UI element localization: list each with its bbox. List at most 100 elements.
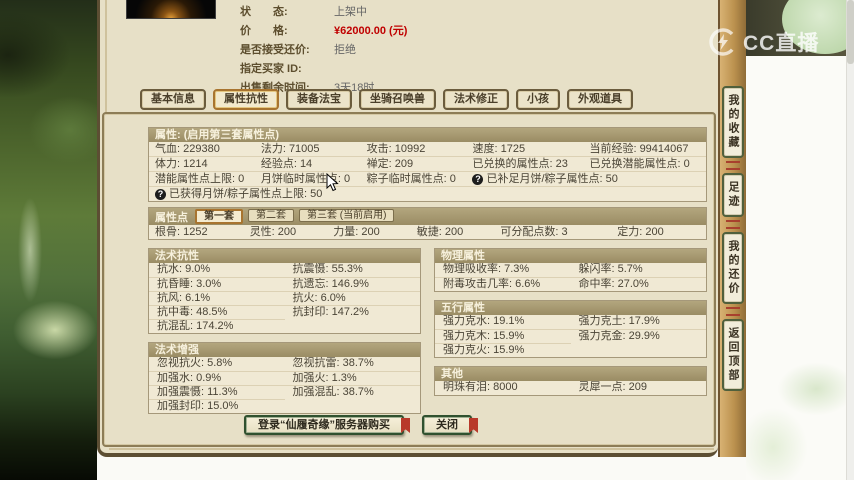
stat-cell: 强力克土: 17.9% [578,315,660,327]
section-grid: 明珠有泪: 8000 灵犀一点: 209 [435,381,706,395]
sale-info-row: 价 格: ¥62000.00 (元) [240,22,407,41]
tab-spell-correction[interactable]: 法术修正 [443,89,509,110]
stat-cell: 潜能属性点上限: 0 [149,172,255,186]
stat-cell: 抗昏睡: 3.0% [149,277,285,291]
rope-knot-decoration [726,220,740,229]
item-image [126,0,216,19]
rope-knot-decoration [726,161,740,170]
side-toolbar: 我的收藏足迹我的还价返回顶部 [718,0,746,457]
stat-cell: 命中率: 27.0% [570,277,706,291]
stat-cell: 加强混乱: 38.7% [284,385,420,399]
stat-text: 法力: 71005 [260,142,320,155]
stat-cell: 加强震慑: 11.3% [149,385,285,399]
field-label: 是否接受还价: [240,44,310,56]
page-background [746,0,854,480]
tab-basic-info[interactable]: 基本信息 [140,89,206,110]
section-title: 法术增强 [149,343,420,357]
stat-cell: 忽视抗火: 5.8% [157,357,233,369]
scrollbar-thumb[interactable] [847,0,854,64]
stat-row: ? 已获得月饼/粽子属性点上限: 50 [149,186,706,201]
sidebar-item-back-to-top[interactable]: 返回顶部 [722,319,744,391]
stat-text: 可分配点数: 3 [500,225,568,238]
stat-cell: 抗风: 6.1% [149,291,285,305]
points-set-tab-3[interactable]: 第三套 (当前启用) [299,209,395,222]
sale-info: 状 态: 上架中价 格: ¥62000.00 (元) 是否接受还价: 拒绝指定买家 ID… [240,3,407,98]
field-label: 状 态: [240,6,288,18]
mouse-cursor [326,173,339,192]
points-set-tab-2[interactable]: 第二套 [248,209,294,222]
stat-row: 体力: 1214 经验点: 14 禅定: 209 已兑换的属性点: 23 已兑换潜能属性… [149,156,706,171]
stat-cell: 忽视抗雷: 38.7% [292,357,374,369]
stat-text: 已兑换的属性点: 23 [472,157,568,170]
stat-text: 已补足月饼/粽子属性点: 50 [486,172,618,185]
stat-cell: 强力克火: 15.9% [435,343,571,357]
login-buy-button[interactable]: 登录“仙履奇缘”服务器购买 [244,415,410,435]
stat-cell: 附毒攻击几率: 6.6% [435,277,571,291]
stat-cell: 敏捷: 200 [411,225,495,239]
attribute-points-section: 属性点 第一套 第二套 第三套 (当前启用) 根骨: 1252 灵性: 200 力量: … [148,207,707,240]
section-grid: 强力克水: 19.1% 强力克土: 17.9% 强力克木: 15.9% 强力克金: 2… [435,315,706,357]
stat-cell: 灵性: 200 [244,225,328,239]
stat-cell: 加强火: 1.3% [284,371,420,385]
section-title: 其他 [435,367,706,381]
stat-text: 攻击: 10992 [366,142,426,155]
main-panel: 状 态: 上架中价 格: ¥62000.00 (元) 是否接受还价: 拒绝指定买家 ID… [97,0,718,457]
stat-text: 定力: 200 [617,225,664,238]
stat-cell: 抗混乱: 174.2% [149,319,285,333]
stat-cell: 经验点: 14 [255,157,361,171]
tab-mount-summon[interactable]: 坐骑召唤兽 [359,89,436,110]
stat-text: 已兑换潜能属性点: 0 [589,157,690,170]
stat-cell: 抗水: 9.0% [157,263,211,275]
magic-resistance-section: 法术抗性 抗水: 9.0% 抗震慑: 55.3% 抗昏睡: 3.0% 抗遗忘: 146.… [148,248,421,334]
stat-cell: ? 已补足月饼/粽子属性点: 50 [466,172,706,186]
stat-cell: ? 已获得月饼/粽子属性点上限: 50 [149,187,706,201]
stat-cell: 体力: 1214 [149,157,255,171]
section-title: 法术抗性 [149,249,420,263]
stat-cell: 灵犀一点: 209 [578,381,647,393]
section-title: 物理属性 [435,249,706,263]
field-value: ¥62000.00 (元) [334,25,408,37]
footer-buttons: 登录“仙履奇缘”服务器购买 关闭 [244,415,478,435]
stat-text: 根骨: 1252 [155,225,208,238]
sidebar-item-footprints[interactable]: 足迹 [722,173,744,217]
help-icon: ? [472,173,484,185]
stat-cell: 抗中毒: 48.5% [149,305,285,319]
stat-cell: 当前经验: 99414067 [583,142,706,156]
tab-content: 属性: (启用第三套属性点) 气血: 229380 法力: 71005 攻击: 10… [102,112,716,447]
stat-cell: 加强水: 0.9% [149,371,285,385]
stat-cell: 定力: 200 [611,225,706,239]
page-scrollbar[interactable] [846,0,854,480]
sidebar-item-my-counteroffers[interactable]: 我的还价 [722,232,744,304]
stat-text: 潜能属性点上限: 0 [155,172,245,185]
field-value: 拒绝 [334,44,356,56]
stat-cell: 攻击: 10992 [361,142,467,156]
points-set-tab-1[interactable]: 第一套 [195,209,243,224]
sale-info-row: 指定买家 ID: [240,60,407,79]
stat-row: 潜能属性点上限: 0 月饼临时属性点: 0 粽子临时属性点: 0? 已补足月饼/粽子属… [149,171,706,186]
background-art [0,0,97,480]
tab-appearance-items[interactable]: 外观道具 [567,89,633,110]
tab-equipment-treasure[interactable]: 装备法宝 [286,89,352,110]
close-button[interactable]: 关闭 [422,415,478,435]
tab-attributes-resistance[interactable]: 属性抗性 [213,89,279,110]
physical-attributes-section: 物理属性 物理吸收率: 7.3% 躲闪率: 5.7% 附毒攻击几率: 6.6% 命中率:… [434,248,707,292]
help-icon: ? [155,188,166,200]
tab-child[interactable]: 小孩 [516,89,560,110]
five-elements-section: 五行属性 强力克水: 19.1% 强力克土: 17.9% 强力克木: 15.9% 强力克… [434,300,707,358]
stat-text: 已获得月饼/粽子属性点上限: 50 [169,187,323,200]
sidebar-item-my-favorites[interactable]: 我的收藏 [722,86,744,158]
stat-text: 禅定: 209 [366,157,414,170]
section-title: 属性: (启用第三套属性点) [149,128,706,142]
section-title: 五行属性 [435,301,706,315]
section-grid: 抗水: 9.0% 抗震慑: 55.3% 抗昏睡: 3.0% 抗遗忘: 146.9% 抗风… [149,263,420,333]
stat-cell: 力量: 200 [327,225,411,239]
stat-cell: 强力克水: 19.1% [443,315,525,327]
stat-row: 气血: 229380 法力: 71005 攻击: 10992 速度: 1725 当前经验… [149,142,706,156]
stat-cell: 物理吸收率: 7.3% [443,263,530,275]
stat-cell: 强力克金: 29.9% [570,329,706,343]
stat-cell: 月饼临时属性点: 0 [255,172,361,186]
stat-text: 灵性: 200 [249,225,297,238]
stat-text: 粽子临时属性点: 0 [366,172,456,185]
sale-info-row: 状 态: 上架中 [240,3,407,22]
stat-cell: 禅定: 209 [361,157,467,171]
